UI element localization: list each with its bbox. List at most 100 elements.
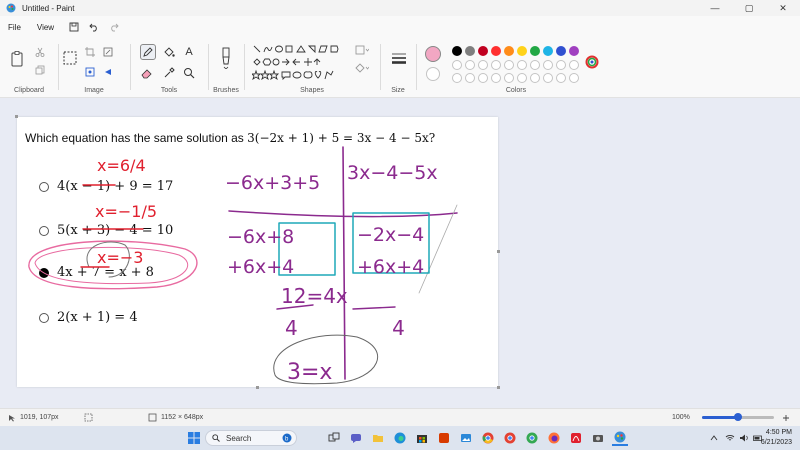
outline-icon[interactable] [354, 44, 370, 56]
clipboard-group: Clipboard [0, 38, 58, 98]
custom-color-slot[interactable] [491, 60, 501, 70]
edit-colors-icon[interactable] [584, 54, 600, 70]
edge-browser-icon[interactable] [392, 430, 408, 446]
radio-button[interactable] [39, 225, 49, 236]
custom-color-slot[interactable] [504, 73, 514, 83]
custom-color-slot[interactable] [504, 60, 514, 70]
microsoft-store-icon[interactable] [414, 430, 430, 446]
custom-color-slot[interactable] [569, 60, 579, 70]
color-picker-icon[interactable] [162, 66, 176, 80]
paste-icon[interactable] [10, 50, 24, 68]
maximize-button[interactable]: ▢ [732, 0, 766, 16]
answer-option-4[interactable]: 2(x + 1) = 4 [39, 310, 138, 325]
shapes-gallery-icon[interactable] [252, 44, 348, 80]
shape-fill-icon[interactable] [354, 62, 370, 74]
answer-option-2[interactable]: 5(x + 3) − 4 = 10 [39, 223, 173, 238]
resize-handle[interactable] [497, 386, 500, 389]
palette-color-swatch[interactable] [530, 46, 540, 56]
minimize-button[interactable]: — [698, 0, 732, 16]
palette-color-swatch[interactable] [465, 46, 475, 56]
palette-color-swatch[interactable] [504, 46, 514, 56]
gray-diagonal [418, 204, 458, 294]
primary-color-swatch[interactable] [425, 46, 441, 62]
copy-icon[interactable] [34, 64, 46, 76]
taskbar-search[interactable]: Search b [205, 430, 297, 446]
selection-size-icon [84, 413, 93, 422]
drawing-canvas[interactable]: Which equation has the same solution as … [15, 115, 500, 389]
answer-option-3[interactable]: 4x + 7 = x + 8 [39, 265, 154, 280]
office-icon[interactable] [436, 430, 452, 446]
zoom-in-icon[interactable] [782, 414, 790, 422]
custom-color-slot[interactable] [491, 73, 501, 83]
custom-color-slot[interactable] [543, 60, 553, 70]
crop-icon[interactable] [84, 46, 96, 58]
custom-color-slot[interactable] [530, 73, 540, 83]
purple-lhs-line-2: −6x+8 [227, 226, 294, 248]
chrome-icon[interactable] [480, 430, 496, 446]
custom-color-slot[interactable] [465, 73, 475, 83]
resize-handle[interactable] [497, 250, 500, 253]
zoom-slider-thumb[interactable] [734, 413, 742, 421]
palette-color-swatch[interactable] [517, 46, 527, 56]
magnifier-icon[interactable] [182, 66, 196, 80]
radio-button-selected[interactable] [39, 267, 49, 278]
secondary-color-swatch[interactable] [426, 67, 440, 81]
windows-start-icon[interactable] [186, 430, 202, 446]
select-icon[interactable] [62, 50, 78, 66]
task-view-icon[interactable] [326, 430, 342, 446]
custom-color-slot[interactable] [530, 60, 540, 70]
custom-color-slot[interactable] [569, 73, 579, 83]
brush-icon[interactable] [216, 46, 236, 70]
custom-color-slot[interactable] [452, 60, 462, 70]
custom-color-slot[interactable] [452, 73, 462, 83]
custom-color-slot[interactable] [465, 60, 475, 70]
camera-icon[interactable] [590, 430, 606, 446]
firefox-icon[interactable] [546, 430, 562, 446]
palette-color-swatch[interactable] [491, 46, 501, 56]
chrome-app-icon[interactable] [524, 430, 540, 446]
zoom-slider[interactable] [702, 413, 774, 421]
palette-color-swatch[interactable] [478, 46, 488, 56]
system-clock[interactable]: 4:50 PM 6/21/2023 [761, 428, 792, 448]
pencil-icon[interactable] [140, 44, 156, 60]
acrobat-icon[interactable] [568, 430, 584, 446]
custom-color-slot[interactable] [556, 60, 566, 70]
save-icon[interactable] [66, 19, 82, 35]
resize-handle[interactable] [256, 386, 259, 389]
resize-icon[interactable] [102, 46, 114, 58]
paint-taskbar-icon[interactable] [612, 430, 628, 446]
chrome-profile-icon[interactable] [502, 430, 518, 446]
fill-icon[interactable] [162, 45, 176, 59]
radio-button[interactable] [39, 312, 49, 323]
custom-color-slot[interactable] [478, 73, 488, 83]
custom-color-slot[interactable] [517, 60, 527, 70]
palette-color-swatch[interactable] [452, 46, 462, 56]
rotate-icon[interactable] [102, 66, 114, 78]
redo-icon[interactable] [106, 19, 122, 35]
stroke-size-icon[interactable] [390, 50, 408, 66]
palette-color-swatch[interactable] [569, 46, 579, 56]
tray-overflow-icon[interactable] [706, 430, 722, 446]
answer-option-1[interactable]: 4(x − 1) + 9 = 17 [39, 179, 173, 194]
custom-color-slot[interactable] [543, 73, 553, 83]
custom-color-slot[interactable] [478, 60, 488, 70]
teams-chat-icon[interactable] [348, 430, 364, 446]
image-select-icon[interactable] [84, 66, 96, 78]
text-tool-icon[interactable]: A [182, 44, 196, 60]
close-button[interactable]: ✕ [766, 0, 800, 16]
undo-icon[interactable] [86, 19, 102, 35]
gray-answer-circle [273, 334, 378, 385]
palette-color-swatch[interactable] [543, 46, 553, 56]
menu-file[interactable]: File [0, 23, 29, 32]
resize-handle[interactable] [15, 115, 18, 118]
radio-button[interactable] [39, 181, 49, 192]
cut-icon[interactable] [34, 46, 46, 58]
custom-color-slot[interactable] [556, 73, 566, 83]
menu-view[interactable]: View [29, 23, 62, 32]
purple-lhs-line-1: −6x+3+5 [225, 172, 320, 194]
custom-color-slot[interactable] [517, 73, 527, 83]
file-explorer-icon[interactable] [370, 430, 386, 446]
photos-icon[interactable] [458, 430, 474, 446]
palette-color-swatch[interactable] [556, 46, 566, 56]
eraser-icon[interactable] [140, 66, 154, 80]
